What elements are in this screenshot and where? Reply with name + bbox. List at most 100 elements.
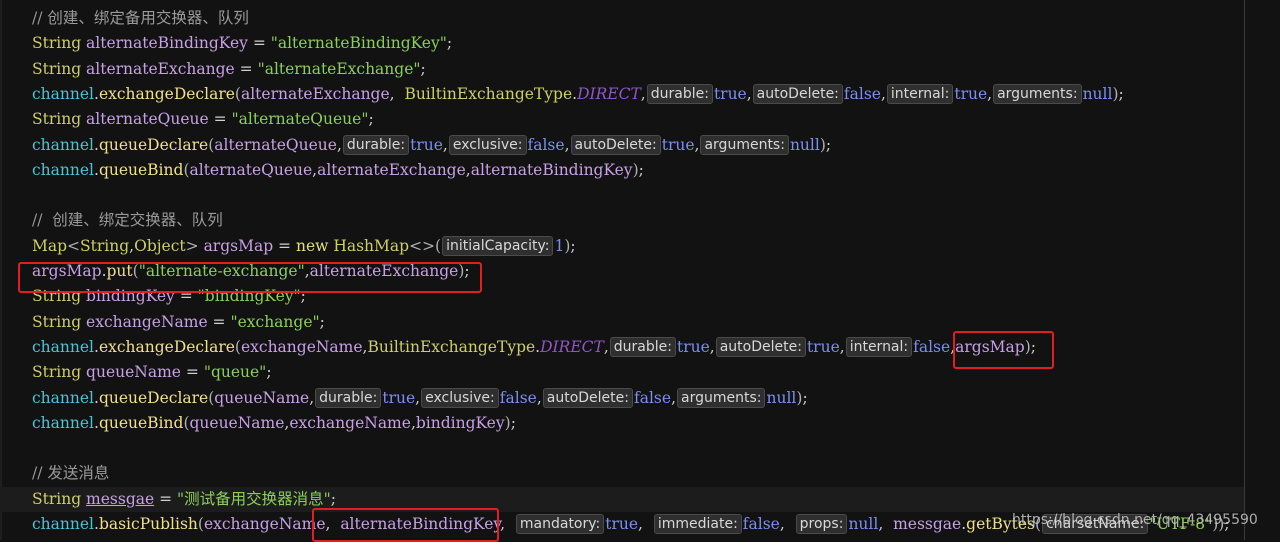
code-token: queueDeclare	[98, 388, 209, 407]
code-token: DIRECT	[540, 337, 604, 356]
code-token: ,	[336, 135, 342, 154]
code-token: alternateExchange	[240, 84, 390, 103]
code-token: HashMap	[333, 236, 410, 255]
code-line[interactable]: channel.exchangeDeclare(alternateExchang…	[32, 82, 1124, 107]
code-line[interactable]: channel.queueBind(alternateQueue,alterna…	[32, 158, 644, 183]
code-token: Object	[134, 236, 186, 255]
code-token: ,	[987, 84, 993, 103]
highlight-box-argsmap-arg	[953, 331, 1054, 369]
code-token: ;	[802, 388, 808, 407]
code-line[interactable]: channel.queueBind(queueName,exchangeName…	[32, 411, 516, 436]
code-token: false	[527, 135, 565, 154]
code-line[interactable]: // 发送消息	[32, 461, 109, 486]
code-token: true	[954, 84, 988, 103]
code-token: channel	[32, 160, 94, 179]
code-token: null	[848, 515, 879, 533]
code-token: ;	[266, 363, 272, 382]
code-token: alternateBindingKey	[470, 160, 633, 179]
code-line[interactable]: String queueName = "queue";	[32, 360, 272, 385]
code-line[interactable]: String alternateBindingKey = "alternateB…	[32, 31, 452, 56]
code-token: ;	[368, 110, 374, 129]
parameter-hint: internal:	[886, 83, 954, 104]
code-token: channel	[32, 84, 94, 103]
code-line[interactable]: channel.queueDeclare(alternateQueue, dura…	[32, 133, 831, 158]
code-token: =	[154, 489, 178, 508]
code-token: channel	[32, 515, 94, 533]
code-token: ;	[319, 312, 325, 331]
code-token: null	[1082, 84, 1113, 103]
parameter-hint: arguments:	[993, 83, 1082, 104]
code-token: ;	[510, 413, 516, 432]
code-token: "测试备用交换器消息"	[177, 489, 331, 508]
code-token: "alternateBindingKey"	[270, 34, 447, 53]
code-line[interactable]: String alternateExchange = "alternateExc…	[32, 57, 426, 82]
parameter-hint: autoDelete:	[542, 387, 633, 408]
code-token: ,	[839, 337, 845, 356]
code-token: <	[67, 236, 81, 255]
code-token: false	[634, 388, 672, 407]
code-token: ;	[420, 59, 426, 78]
code-token: ,	[709, 337, 715, 356]
code-token: 1	[554, 236, 565, 255]
code-token: queueName	[86, 363, 181, 382]
code-token: ,	[746, 84, 752, 103]
code-token: false	[913, 337, 951, 356]
code-token: messgae	[86, 489, 155, 508]
code-line[interactable]: // 创建、绑定交换器、队列	[32, 208, 223, 233]
code-token: ;	[1118, 84, 1124, 103]
code-line[interactable]: channel.exchangeDeclare(exchangeName,Bui…	[32, 335, 1036, 360]
parameter-hint: durable:	[646, 83, 713, 104]
code-token: null	[789, 135, 820, 154]
code-token: ,	[640, 84, 646, 103]
code-line[interactable]: // 创建、绑定备用交换器、队列	[32, 6, 249, 31]
code-token: queueName	[214, 388, 310, 407]
code-token: new	[295, 236, 334, 255]
code-token: exchangeName	[203, 515, 326, 533]
code-token: =	[208, 110, 232, 129]
code-token: alternateBindingKey	[86, 34, 248, 53]
watermark-text: https://blog.csdn.net/qq_43495590	[1012, 512, 1258, 528]
code-token: =	[273, 236, 296, 255]
code-token: true	[713, 84, 747, 103]
code-token: String	[32, 312, 87, 331]
code-token: ;	[570, 236, 576, 255]
parameter-hint: props:	[795, 514, 848, 534]
code-token: channel	[32, 135, 94, 154]
code-token: true	[806, 337, 840, 356]
code-line[interactable]: String exchangeName = "exchange";	[32, 310, 325, 335]
code-token: exchangeDeclare	[98, 84, 235, 103]
code-token: true	[382, 388, 416, 407]
code-line[interactable]: String messgae = "测试备用交换器消息";	[0, 486, 1244, 512]
code-line[interactable]: Map<String,Object> argsMap = new HashMap…	[32, 234, 576, 259]
code-token: // 发送消息	[32, 464, 110, 483]
code-token: ;	[825, 135, 832, 154]
code-token: false	[843, 84, 881, 103]
code-token: ,	[779, 515, 795, 533]
code-token: queueName	[189, 413, 285, 432]
code-token: =	[207, 312, 231, 331]
code-token: Map	[32, 236, 68, 255]
code-token: String	[80, 236, 130, 255]
code-token: true	[605, 515, 639, 533]
code-token: alternateQueue	[86, 110, 209, 129]
code-token: ;	[330, 489, 337, 508]
code-token: >	[185, 236, 204, 255]
code-token: false	[499, 388, 537, 407]
code-token: exchangeDeclare	[98, 337, 235, 356]
parameter-hint: durable:	[342, 134, 410, 155]
code-token: ,	[880, 84, 886, 103]
code-line[interactable]: channel.queueDeclare(queueName, durable: t…	[32, 386, 808, 411]
code-token: channel	[32, 388, 94, 407]
code-token: alternateExchange	[317, 160, 466, 179]
code-token: "alternateQueue"	[231, 110, 369, 129]
code-line[interactable]: String alternateQueue = "alternateQueue"…	[32, 107, 374, 132]
code-token: String	[32, 34, 87, 53]
code-token: "alternateExchange"	[257, 59, 421, 78]
code-token: "queue"	[203, 363, 267, 382]
parameter-hint: exclusive:	[448, 134, 527, 155]
parameter-hint: arguments:	[677, 387, 766, 408]
parameter-hint: durable:	[315, 387, 382, 408]
code-token: messgae	[893, 515, 962, 533]
code-token: ,	[536, 388, 542, 407]
code-token: basicPublish	[98, 515, 198, 533]
